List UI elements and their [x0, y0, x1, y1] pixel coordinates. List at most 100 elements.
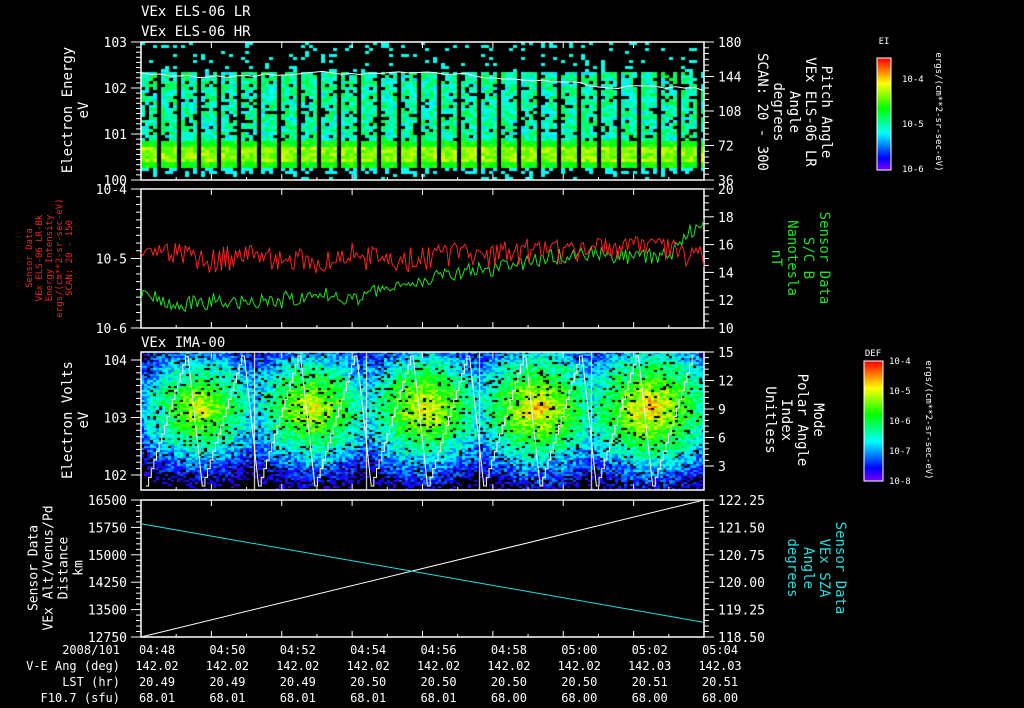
y-tick-label: 14 [718, 266, 734, 281]
y-tick-label: 103 [104, 36, 127, 51]
row-value: 142.02 [135, 659, 178, 673]
axis-label: ergs/(cm**2-sr-sec-eV) [55, 198, 65, 317]
y-tick-label: 3 [718, 460, 726, 475]
y-tick-label: 9 [718, 403, 726, 418]
axis-label: SCAN: 20 - 300 [754, 53, 770, 171]
row-value: 142.03 [698, 659, 741, 673]
axis-label: VEx SZA [816, 538, 832, 598]
axis-label: Distance [57, 537, 72, 600]
row-label: F10.7 (sfu) [41, 691, 120, 705]
row-value: 68.01 [350, 691, 386, 705]
row-value: 142.02 [417, 659, 460, 673]
y-tick-label: 144 [718, 71, 742, 86]
colorbar-tick-label: 10-8 [889, 477, 911, 487]
row-label: V-E Ang (deg) [26, 659, 120, 673]
axis-label: Sensor Data [27, 525, 42, 611]
colorbar-tick-label: 10-6 [889, 417, 911, 427]
axis-label: Polar Angle [794, 374, 810, 467]
y-tick-label: 102 [104, 82, 127, 97]
row-value: 68.01 [139, 691, 175, 705]
panel3-title: VEx IMA-00 [141, 335, 225, 351]
colorbar-tick-label: 10-7 [889, 447, 911, 457]
axis-label: S/C B [800, 237, 816, 279]
axis-label: Angle [786, 91, 802, 133]
row-value: 20.51 [632, 675, 668, 689]
time-tick-label: 04:56 [420, 643, 456, 657]
y-tick-label: 101 [104, 128, 127, 143]
row-value: 20.50 [561, 675, 597, 689]
axis-label: Pitch Angle [818, 66, 834, 159]
axis-label: degrees [784, 538, 800, 597]
row-value: 20.49 [280, 675, 316, 689]
y-tick-label: 120.75 [718, 549, 765, 564]
row-value: 68.01 [280, 691, 316, 705]
row-value: 68.00 [491, 691, 527, 705]
axis-label: Index [778, 399, 794, 441]
y-tick-label: 15000 [88, 549, 127, 564]
row-value: 142.02 [206, 659, 249, 673]
y-tick-label: 104 [104, 354, 128, 369]
row-value: 142.02 [346, 659, 389, 673]
axis-label: km [72, 560, 87, 576]
time-tick-label: 04:58 [491, 643, 527, 657]
axis-label: nT [768, 250, 784, 267]
y-tick-label: 121.50 [718, 521, 765, 536]
sza-line [140, 523, 705, 623]
row-label: LST (hr) [62, 675, 120, 689]
row-value: 20.49 [209, 675, 245, 689]
y-tick-label: 15 [718, 346, 734, 361]
y-tick-label: 16500 [88, 494, 127, 509]
colorbar-tick-label: 10-4 [889, 357, 911, 367]
y-tick-label: 18 [718, 211, 734, 226]
row-value: 68.01 [420, 691, 456, 705]
axis-label: Angle [800, 547, 816, 589]
energy-intensity-line [140, 235, 705, 274]
colorbar-unit: ergs/(cm**2-sr-sec-eV) [933, 52, 943, 171]
row-value: 142.02 [276, 659, 319, 673]
y-tick-label: 103 [104, 412, 127, 427]
colorbar-title: DEF [865, 349, 881, 359]
axis-label: VEx ELS-06 LR [802, 57, 818, 167]
y-tick-label: 12 [718, 375, 734, 390]
panel-frame [140, 351, 705, 491]
title-line1: VEx ELS-06 LR [141, 4, 251, 20]
plot-svg: VEx ELS-06 LR VEx ELS-06 HR VEx IMA-00 1… [25, 4, 943, 705]
row-value: 68.00 [702, 691, 738, 705]
axis-label: degrees [770, 82, 786, 141]
y-tick-label: 10-5 [96, 253, 127, 268]
time-tick-label: 05:00 [561, 643, 597, 657]
y-tick-label: 14250 [88, 576, 127, 591]
row-value: 20.50 [420, 675, 456, 689]
y-tick-label: 15750 [88, 521, 127, 536]
axis-label: Electron Volts [60, 361, 76, 479]
axis-label: Mode [810, 403, 826, 437]
y-tick-label: 10-6 [96, 322, 127, 337]
axis-label: Sensor Data [816, 212, 832, 305]
plot-root: VEx ELS-06 LR VEx ELS-06 HR VEx IMA-00 1… [0, 0, 1024, 708]
y-tick-label: 10 [718, 322, 734, 337]
row-value: 20.49 [139, 675, 175, 689]
axis-label: Electron Energy [60, 47, 76, 173]
axis-label: Energy Intensity [45, 214, 55, 301]
y-tick-label: 16 [718, 239, 734, 254]
axis-label: SCAN: 20 - 150 [65, 220, 75, 296]
y-tick-label: 120.00 [718, 576, 765, 591]
axis-label: VEx Alt/Venus/Pd [42, 505, 57, 630]
time-tick-label: 04:52 [280, 643, 316, 657]
y-tick-label: 20 [718, 183, 734, 198]
y-tick-label: 6 [718, 432, 726, 447]
axis-label: eV [76, 411, 92, 428]
row-value: 68.00 [632, 691, 668, 705]
colorbar-title: EI [879, 37, 890, 47]
y-tick-label: 122.25 [718, 494, 765, 509]
colorbar-tick-label: 10-6 [902, 165, 924, 175]
row-value: 142.02 [558, 659, 601, 673]
panel-frame [140, 41, 705, 181]
y-tick-label: 108 [718, 105, 741, 120]
y-tick-label: 72 [718, 140, 734, 155]
row-value: 20.50 [350, 675, 386, 689]
time-tick-label: 05:04 [702, 643, 738, 657]
axis-label: Sensor Data [832, 522, 848, 615]
colorbar-frame [876, 57, 892, 171]
row-value: 20.50 [491, 675, 527, 689]
